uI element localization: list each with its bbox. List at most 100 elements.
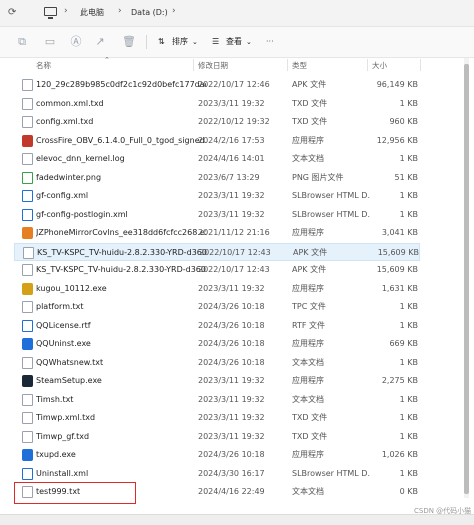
file-name: JZPhoneMirrorCovlns_ee318dd6fcfcc268.exe	[36, 228, 206, 237]
file-size: 960 KB	[389, 117, 418, 126]
file-size: 15,609 KB	[376, 265, 418, 274]
column-header: 名称 ⌃ 修改日期 类型 大小	[0, 56, 474, 73]
file-row[interactable]: gf-config-postlogin.xml 2023/3/11 19:32 SL…	[14, 206, 420, 224]
file-size: 1 KB	[399, 320, 418, 330]
file-row[interactable]: KS_TV-KSPC_TV-huidu-2.8.2.330-YRD-d360..…	[14, 242, 420, 261]
app-icon	[22, 134, 33, 147]
file-date: 2024/3/26 10:18	[198, 320, 265, 330]
file-row[interactable]: kugou_10112.exe 2023/3/11 19:32 应用程序 1,631 …	[14, 280, 420, 298]
file-date: 2024/2/16 17:53	[198, 135, 265, 145]
copy-icon[interactable]: ⧉	[16, 36, 28, 48]
file-name: QQUninst.exe	[36, 339, 91, 348]
column-size[interactable]: 大小	[372, 60, 387, 71]
file-icon	[22, 97, 33, 110]
file-size: 1 KB	[399, 302, 418, 311]
view-icon: ☰	[212, 37, 220, 46]
file-name: QQLicense.rtf	[36, 320, 91, 330]
file-row[interactable]: elevoc_dnn_kernel.log 2024/4/16 14:01 文本文档…	[14, 150, 420, 168]
file-size: 96,149 KB	[376, 80, 418, 89]
file-row[interactable]: Timsh.txt 2023/3/11 19:32 文本文档 1 KB	[14, 391, 420, 409]
file-row[interactable]: Timwp.xml.txd 2023/3/11 19:32 TXD 文件 1 KB	[14, 409, 420, 427]
file-date: 2022/10/12 19:32	[198, 117, 270, 126]
file-row[interactable]: SteamSetup.exe 2023/3/11 19:32 应用程序 2,275 K…	[14, 372, 420, 390]
more-button[interactable]: ···	[266, 35, 274, 49]
app-icon	[22, 375, 33, 387]
file-date: 2023/3/11 19:32	[198, 191, 265, 200]
file-row[interactable]: Uninstall.xml 2024/3/30 16:17 SLBrowser HT…	[14, 465, 420, 483]
column-date[interactable]: 修改日期	[198, 60, 228, 71]
chevron-right-icon: ›	[118, 6, 122, 16]
app-icon	[22, 338, 33, 350]
address-bar: ⟳ › 此电脑 › Data (D:) ›	[0, 0, 474, 27]
sort-button[interactable]: 排序	[172, 35, 188, 49]
file-size: 3,041 KB	[381, 228, 418, 237]
file-name: kugou_10112.exe	[36, 283, 107, 293]
txt-icon	[22, 356, 33, 369]
taskbar	[0, 514, 474, 525]
breadcrumb-data-drive[interactable]: Data (D:)	[131, 6, 168, 20]
browser-icon	[22, 467, 33, 480]
file-row[interactable]: gf-config.xml 2023/3/11 19:32 SLBrowser HT…	[14, 187, 420, 205]
view-button[interactable]: 查看	[226, 35, 242, 49]
file-row[interactable]: common.xml.txd 2023/3/11 19:32 TXD 文件 1 KB	[14, 95, 420, 113]
file-date: 2022/10/17 12:43	[198, 265, 270, 274]
file-row[interactable]: QQLicense.rtf 2024/3/26 10:18 RTF 文件 1 KB	[14, 317, 420, 335]
file-row[interactable]: JZPhoneMirrorCovlns_ee318dd6fcfcc268.exe…	[14, 224, 420, 242]
chevron-down-icon: ⌄	[246, 38, 252, 46]
file-size: 1 KB	[399, 431, 418, 441]
refresh-icon[interactable]: ⟳	[8, 6, 16, 20]
breadcrumb-this-pc[interactable]: 此电脑	[80, 6, 104, 20]
file-row[interactable]: fadedwinter.png 2023/6/7 13:29 PNG 图片文件 51 …	[14, 169, 420, 187]
file-date: 2024/3/26 10:18	[198, 339, 265, 348]
file-row[interactable]: Timwp_gf.txd 2023/3/11 19:32 TXD 文件 1 KB	[14, 428, 420, 446]
file-row[interactable]: CrossFire_OBV_6.1.4.0_Full_0_tgod_signed…	[14, 132, 420, 150]
rtf-icon	[22, 319, 33, 332]
column-type[interactable]: 类型	[292, 60, 307, 71]
delete-icon[interactable]: 🗑	[122, 36, 136, 48]
browser-icon	[22, 190, 33, 202]
column-name[interactable]: 名称	[36, 60, 51, 71]
file-row[interactable]: config.xml.txd 2022/10/12 19:32 TXD 文件 960 …	[14, 113, 420, 131]
browser-icon	[22, 208, 33, 221]
app-icon	[22, 449, 33, 461]
rename-icon[interactable]: Ⓐ	[70, 36, 82, 48]
file-name: fadedwinter.png	[36, 172, 102, 182]
file-name: SteamSetup.exe	[36, 376, 102, 385]
file-size: 1 KB	[399, 154, 418, 163]
file-name: elevoc_dnn_kernel.log	[36, 154, 125, 163]
scrollbar-thumb[interactable]	[464, 64, 469, 494]
file-name: KS_TV-KSPC_TV-huidu-2.8.2.330-YRD-d360..…	[36, 265, 206, 274]
sort-icon: ⇅	[158, 37, 165, 46]
file-date: 2024/3/30 16:17	[198, 468, 265, 478]
file-name: QQWhatsnew.txt	[36, 357, 104, 367]
file-row[interactable]: txupd.exe 2024/3/26 10:18 应用程序 1,026 KB	[14, 446, 420, 464]
paste-icon[interactable]: ▭	[44, 36, 56, 48]
file-date: 2024/4/16 14:01	[198, 154, 265, 163]
file-date: 2023/6/7 13:29	[198, 172, 260, 182]
file-size: 12,956 KB	[376, 135, 418, 145]
file-date: 2022/10/17 12:46	[198, 80, 270, 89]
file-row[interactable]: 120_29c289b985c0df2c1c92d0befc177dad... 2…	[14, 76, 420, 94]
file-size: 669 KB	[389, 339, 418, 348]
toolbar-divider	[146, 35, 147, 49]
file-row[interactable]: QQWhatsnew.txt 2024/3/26 10:18 文本文档 1 KB	[14, 354, 420, 372]
file-date: 2023/3/11 19:32	[198, 283, 265, 293]
file-size: 0 KB	[399, 487, 418, 496]
file-date: 2023/3/11 19:32	[198, 431, 265, 441]
file-row[interactable]: QQUninst.exe 2024/3/26 10:18 应用程序 669 KB	[14, 335, 420, 353]
file-row[interactable]: platform.txt 2024/3/26 10:18 TPC 文件 1 KB	[14, 298, 420, 316]
file-date: 2023/3/11 19:32	[198, 394, 265, 404]
command-bar: ⧉ ▭ Ⓐ ↗ 🗑 ⇅ 排序 ⌄ ☰ 查看 ⌄ ···	[0, 27, 474, 58]
app-icon	[22, 227, 33, 239]
file-name: Timwp_gf.txd	[36, 431, 90, 441]
txt-icon	[22, 153, 33, 165]
file-name: CrossFire_OBV_6.1.4.0_Full_0_tgod_signed…	[36, 135, 206, 145]
chevron-right-icon: ›	[172, 6, 176, 16]
watermark: CSDN @代码小猫	[414, 507, 472, 515]
share-icon[interactable]: ↗	[94, 36, 106, 48]
file-name: Timwp.xml.txd	[36, 413, 96, 422]
file-size: 51 KB	[394, 172, 418, 182]
file-row[interactable]: KS_TV-KSPC_TV-huidu-2.8.2.330-YRD-d360..…	[14, 261, 420, 279]
file-date: 2023/3/11 19:32	[198, 98, 265, 108]
file-name: platform.txt	[36, 302, 84, 311]
